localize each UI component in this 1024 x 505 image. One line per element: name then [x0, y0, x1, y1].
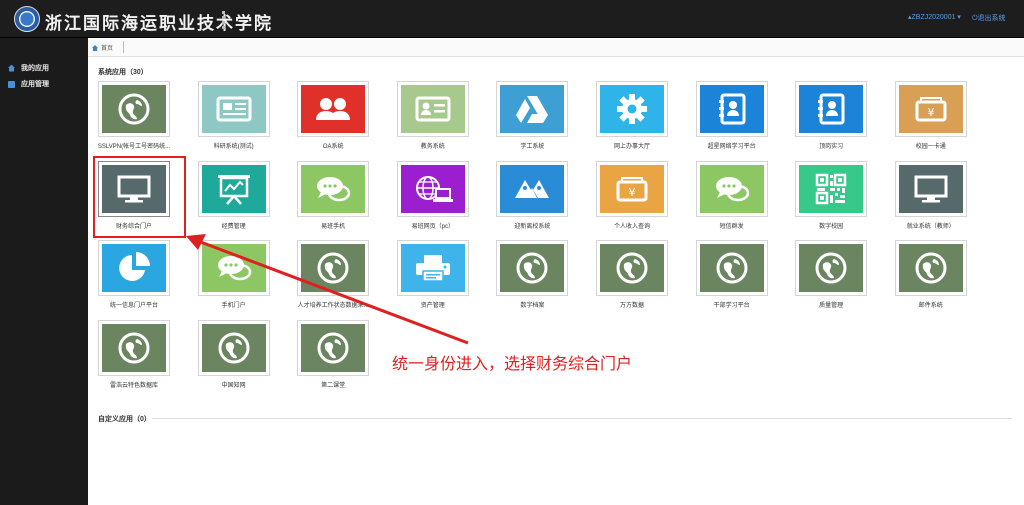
annotation-arrow	[186, 234, 469, 345]
annotation-text: 统一身份进入，选择财务综合门户	[392, 354, 633, 373]
